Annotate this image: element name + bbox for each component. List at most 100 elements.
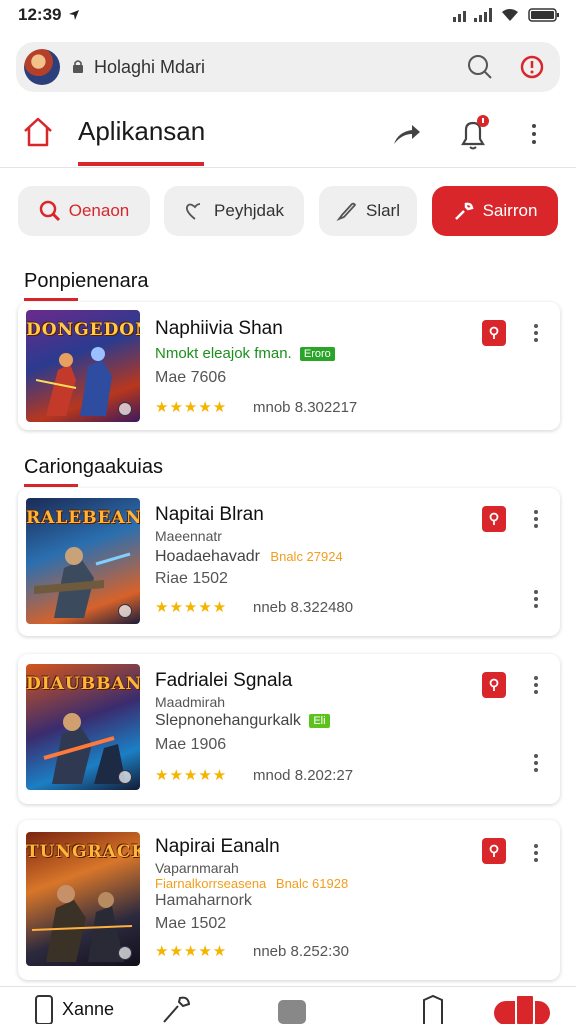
chip-peyhjdak[interactable]: Peyhjdak xyxy=(164,186,304,236)
app-developer: Vaparnmarah xyxy=(155,860,239,876)
card-more-button[interactable] xyxy=(528,672,544,698)
install-button[interactable] xyxy=(482,506,506,532)
star-rating: ★★★★★ xyxy=(155,599,228,616)
app-name: Napitai Blran xyxy=(155,504,264,525)
wifi-icon xyxy=(502,9,518,21)
status-time: 12:39 xyxy=(18,5,62,24)
card-more-button[interactable] xyxy=(528,506,544,532)
title-bar: Aplikansan xyxy=(0,104,576,168)
chip-slarl[interactable]: Slarl xyxy=(319,186,417,236)
card-secondary-more-button[interactable] xyxy=(528,586,544,612)
app-card[interactable]: RALEBEAN Napitai Blran Maeennatr Hoadaeh… xyxy=(18,488,560,636)
app-card[interactable]: DIAUBBAN Fadrialei Sgnala Maadmirah Slep… xyxy=(18,654,560,804)
install-button[interactable] xyxy=(482,320,506,346)
chip-oenaon[interactable]: Oenaon xyxy=(18,186,150,236)
wrench-icon xyxy=(163,996,191,1023)
app-card[interactable]: DONGEDON Naphiivia Shan Nmokt eleajok fm… xyxy=(18,302,560,430)
home-button[interactable] xyxy=(20,114,56,150)
app-developer: Maeennatr xyxy=(155,528,222,544)
nav-item-library[interactable] xyxy=(276,993,308,1024)
card-more-button[interactable] xyxy=(528,320,544,346)
square-icon xyxy=(278,1000,306,1024)
bottom-nav: Xanne xyxy=(0,986,576,1024)
search-icon xyxy=(39,200,61,222)
chip-sairron[interactable]: Sairron xyxy=(432,186,558,236)
app-subtitle-text: Hoadaehavadr xyxy=(155,548,260,565)
avatar[interactable] xyxy=(24,49,60,85)
app-name: Napirai Eanaln xyxy=(155,836,280,857)
promo-text: Bnalc 61928 xyxy=(275,876,349,891)
nav-item-tools[interactable] xyxy=(160,993,192,1024)
chip-label: Sairron xyxy=(482,201,538,220)
app-subtitle-text: Slepnonehangurkalk xyxy=(155,712,301,729)
chip-label: Slarl xyxy=(365,201,400,220)
home-icon xyxy=(24,117,52,147)
app-thumbnail: TUNGRACK xyxy=(26,832,140,966)
chip-label: Peyhjdak xyxy=(214,201,284,220)
star-rating: ★★★★★ xyxy=(155,399,228,416)
notifications-button[interactable] xyxy=(454,114,494,154)
promo-text: Bnalc 27924 xyxy=(270,549,343,564)
install-button[interactable] xyxy=(482,672,506,698)
nav-label: Xanne xyxy=(62,998,115,1019)
share-arrow-icon xyxy=(394,125,420,144)
nav-item-updates[interactable] xyxy=(420,993,446,1024)
thumbnail-title: TUNGRACK xyxy=(26,842,140,862)
app-size: mnob 8.302217 xyxy=(253,399,358,416)
shield-alert-button[interactable] xyxy=(516,51,548,83)
app-meta: Mae 1906 xyxy=(155,736,227,753)
app-meta: Mae 1502 xyxy=(155,915,227,932)
app-developer-secondary: Hamaharnork xyxy=(155,892,252,909)
search-bar[interactable]: Holaghi Mdari xyxy=(16,42,560,92)
phone-icon xyxy=(35,995,53,1024)
active-tab-icon xyxy=(494,994,550,1024)
badge-icon xyxy=(118,770,132,784)
shield-alert-icon xyxy=(520,55,544,79)
search-input[interactable]: Holaghi Mdari xyxy=(94,57,464,78)
app-meta: Mae 7606 xyxy=(155,369,227,386)
share-button[interactable] xyxy=(388,116,424,152)
tab-indicator xyxy=(78,162,204,166)
pin-icon xyxy=(489,512,499,525)
status-bar: 12:39 xyxy=(0,0,576,30)
tag-badge: Eroro xyxy=(299,347,335,362)
card-secondary-more-button[interactable] xyxy=(528,750,544,776)
search-button[interactable] xyxy=(464,51,496,83)
thumbnail-title: RALEBEAN xyxy=(26,508,140,528)
cell-signal-icon xyxy=(474,8,492,22)
app-thumbnail: DIAUBBAN xyxy=(26,664,140,790)
app-subtitle: Nmokt eleajok fman. Eroro xyxy=(155,345,335,362)
pen-icon xyxy=(336,200,358,222)
nav-item-active[interactable] xyxy=(494,993,550,1024)
heart-icon xyxy=(184,200,206,222)
app-size: nneb 8.252:30 xyxy=(253,943,349,960)
page-title: Aplikansan xyxy=(78,116,206,146)
app-subtitle: Slepnonehangurkalk Eli xyxy=(155,712,330,730)
section-title-featured: Ponpienenara xyxy=(24,270,149,292)
section-title-categories: Cariongaakuias xyxy=(24,456,163,478)
app-subtitle: Fiarnalkorrseasena Bnalc 61928 xyxy=(155,876,348,891)
app-name: Naphiivia Shan xyxy=(155,318,283,339)
card-more-button[interactable] xyxy=(528,840,544,866)
app-name: Fadrialei Sgnala xyxy=(155,670,293,691)
install-button[interactable] xyxy=(482,838,506,864)
search-icon xyxy=(468,55,492,79)
tablet-icon xyxy=(423,994,443,1024)
app-developer: Maadmirah xyxy=(155,694,226,710)
nav-item-home[interactable]: Xanne xyxy=(34,993,114,1024)
pin-icon xyxy=(489,326,499,339)
badge-icon xyxy=(118,402,132,416)
app-size: mnod 8.202:27 xyxy=(253,767,354,784)
app-size: nneb 8.322480 xyxy=(253,599,354,616)
app-card[interactable]: TUNGRACK Napirai Eanaln Vaparnmarah Fiar… xyxy=(18,820,560,980)
star-rating: ★★★★★ xyxy=(155,943,228,960)
thumbnail-title: DONGEDON xyxy=(26,320,140,340)
badge-icon xyxy=(118,604,132,618)
app-thumbnail: RALEBEAN xyxy=(26,498,140,624)
star-rating: ★★★★★ xyxy=(155,767,228,784)
more-options-button[interactable] xyxy=(522,116,546,152)
battery-icon xyxy=(528,8,559,22)
pin-icon xyxy=(489,678,499,691)
section-underline xyxy=(24,484,78,487)
lock-icon xyxy=(72,59,84,76)
